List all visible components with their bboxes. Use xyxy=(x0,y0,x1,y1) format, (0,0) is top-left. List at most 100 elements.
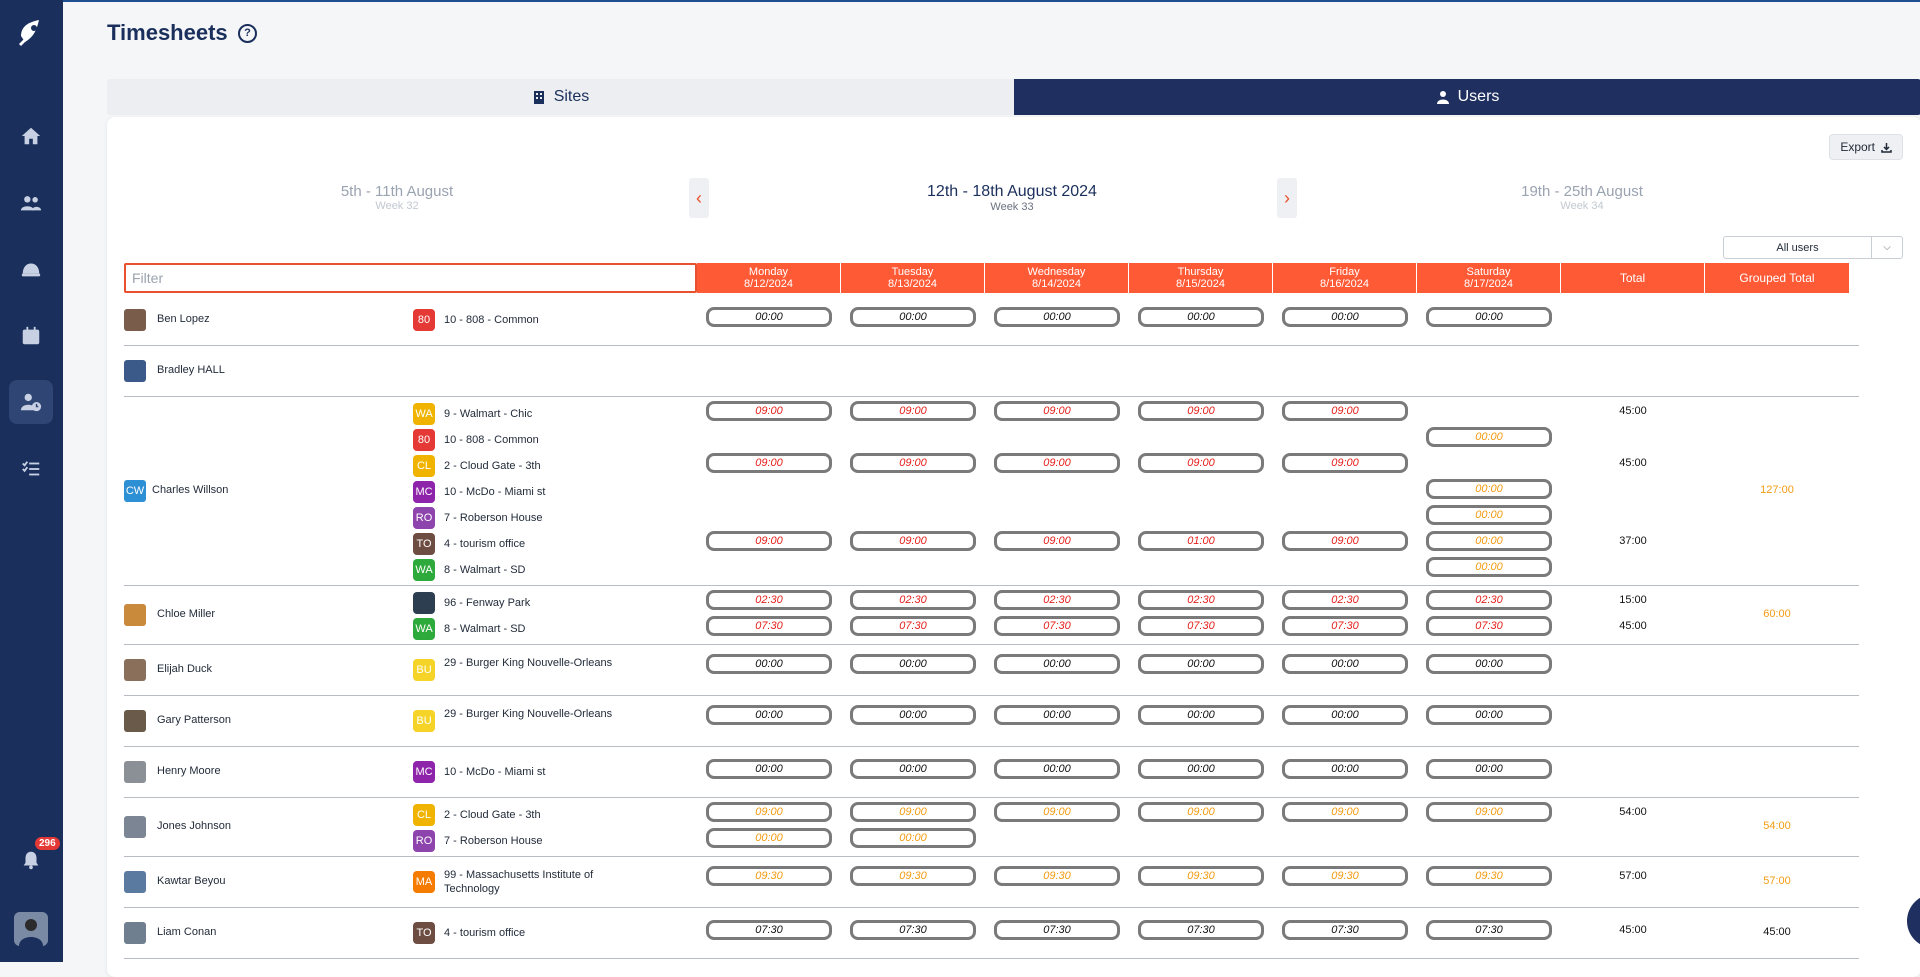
time-cell[interactable]: 09:30 xyxy=(1426,866,1552,886)
person-name[interactable]: Elijah Duck xyxy=(157,663,212,675)
time-cell[interactable]: 09:00 xyxy=(1138,453,1264,473)
time-cell[interactable]: 09:00 xyxy=(1282,453,1408,473)
sidebar-item-home[interactable] xyxy=(9,114,53,158)
time-cell[interactable]: 09:00 xyxy=(1426,802,1552,822)
time-cell[interactable]: 00:00 xyxy=(1282,307,1408,327)
person-name[interactable]: Kawtar Beyou xyxy=(157,875,225,887)
user-filter-select[interactable]: All users ⌵ xyxy=(1723,236,1903,259)
time-cell[interactable]: 00:00 xyxy=(1138,759,1264,779)
time-cell[interactable]: 09:00 xyxy=(994,802,1120,822)
tab-sites[interactable]: Sites xyxy=(107,79,1014,115)
time-cell[interactable]: 07:30 xyxy=(850,616,976,636)
time-cell[interactable]: 09:00 xyxy=(994,401,1120,421)
time-cell[interactable]: 09:30 xyxy=(850,866,976,886)
time-cell[interactable]: 07:30 xyxy=(994,616,1120,636)
person-name[interactable]: Jones Johnson xyxy=(157,820,231,832)
time-cell[interactable]: 00:00 xyxy=(994,307,1120,327)
time-cell[interactable]: 07:30 xyxy=(1426,920,1552,940)
time-cell[interactable]: 02:30 xyxy=(706,590,832,610)
time-cell[interactable]: 09:00 xyxy=(1138,802,1264,822)
time-cell[interactable]: 09:00 xyxy=(850,453,976,473)
week-prev[interactable]: 5th - 11th August Week 32 xyxy=(297,183,497,212)
week-next[interactable]: 19th - 25th August Week 34 xyxy=(1482,183,1682,212)
sidebar-item-calendar[interactable] xyxy=(9,314,53,358)
time-cell[interactable]: 00:00 xyxy=(994,759,1120,779)
time-cell[interactable]: 00:00 xyxy=(706,759,832,779)
time-cell[interactable]: 00:00 xyxy=(706,307,832,327)
time-cell[interactable]: 00:00 xyxy=(1426,759,1552,779)
person-name[interactable]: Gary Patterson xyxy=(157,714,231,726)
person-name[interactable]: Bradley HALL xyxy=(157,364,225,376)
time-cell[interactable]: 07:30 xyxy=(1138,616,1264,636)
person-name[interactable]: Charles Willson xyxy=(152,484,228,496)
time-cell[interactable]: 00:00 xyxy=(1426,531,1552,551)
time-cell[interactable]: 07:30 xyxy=(1426,616,1552,636)
time-cell[interactable]: 07:30 xyxy=(1282,920,1408,940)
person-name[interactable]: Ben Lopez xyxy=(157,313,210,325)
time-cell[interactable]: 02:30 xyxy=(1138,590,1264,610)
time-cell[interactable]: 09:00 xyxy=(706,401,832,421)
time-cell[interactable]: 09:00 xyxy=(850,531,976,551)
time-cell[interactable]: 09:00 xyxy=(1138,401,1264,421)
sidebar-item-tasks[interactable] xyxy=(9,447,53,491)
person-name[interactable]: Henry Moore xyxy=(157,765,221,777)
time-cell[interactable]: 00:00 xyxy=(850,307,976,327)
time-cell[interactable]: 07:30 xyxy=(994,920,1120,940)
time-cell[interactable]: 02:30 xyxy=(1282,590,1408,610)
time-cell[interactable]: 07:30 xyxy=(850,920,976,940)
tab-users[interactable]: Users xyxy=(1014,79,1920,115)
sidebar-item-team[interactable] xyxy=(9,181,53,225)
app-logo-icon[interactable] xyxy=(13,14,49,50)
time-cell[interactable]: 07:30 xyxy=(706,920,832,940)
time-cell[interactable]: 00:00 xyxy=(1138,307,1264,327)
time-cell[interactable]: 00:00 xyxy=(1426,479,1552,499)
time-cell[interactable]: 01:00 xyxy=(1138,531,1264,551)
time-cell[interactable]: 09:30 xyxy=(1282,866,1408,886)
time-cell[interactable]: 00:00 xyxy=(706,828,832,848)
time-cell[interactable]: 02:30 xyxy=(850,590,976,610)
time-cell[interactable]: 09:00 xyxy=(850,401,976,421)
user-avatar[interactable] xyxy=(14,912,48,946)
time-cell[interactable]: 09:30 xyxy=(994,866,1120,886)
time-cell[interactable]: 07:30 xyxy=(706,616,832,636)
time-cell[interactable]: 07:30 xyxy=(1282,616,1408,636)
time-cell[interactable]: 00:00 xyxy=(1282,759,1408,779)
time-cell[interactable]: 00:00 xyxy=(1426,705,1552,725)
time-cell[interactable]: 09:00 xyxy=(1282,802,1408,822)
time-cell[interactable]: 09:00 xyxy=(706,453,832,473)
time-cell[interactable]: 00:00 xyxy=(850,654,976,674)
person-name[interactable]: Liam Conan xyxy=(157,926,216,938)
time-cell[interactable]: 09:00 xyxy=(850,802,976,822)
time-cell[interactable]: 02:30 xyxy=(994,590,1120,610)
sidebar-item-timesheets[interactable] xyxy=(9,380,53,424)
time-cell[interactable]: 00:00 xyxy=(1282,705,1408,725)
export-button[interactable]: Export xyxy=(1829,134,1903,160)
time-cell[interactable]: 00:00 xyxy=(994,705,1120,725)
time-cell[interactable]: 00:00 xyxy=(994,654,1120,674)
time-cell[interactable]: 09:30 xyxy=(706,866,832,886)
time-cell[interactable]: 09:00 xyxy=(994,453,1120,473)
time-cell[interactable]: 09:30 xyxy=(1138,866,1264,886)
help-icon[interactable]: ? xyxy=(238,24,257,43)
time-cell[interactable]: 00:00 xyxy=(1426,505,1552,525)
time-cell[interactable]: 02:30 xyxy=(1426,590,1552,610)
time-cell[interactable]: 09:00 xyxy=(1282,401,1408,421)
time-cell[interactable]: 09:00 xyxy=(706,531,832,551)
time-cell[interactable]: 00:00 xyxy=(1426,427,1552,447)
time-cell[interactable]: 00:00 xyxy=(850,759,976,779)
time-cell[interactable]: 09:00 xyxy=(994,531,1120,551)
sidebar-item-sites[interactable] xyxy=(9,247,53,291)
next-week-button[interactable]: › xyxy=(1277,178,1297,218)
prev-week-button[interactable]: ‹ xyxy=(689,178,709,218)
time-cell[interactable]: 00:00 xyxy=(850,705,976,725)
time-cell[interactable]: 09:00 xyxy=(1282,531,1408,551)
time-cell[interactable]: 00:00 xyxy=(706,705,832,725)
person-name[interactable]: Chloe Miller xyxy=(157,608,215,620)
time-cell[interactable]: 00:00 xyxy=(706,654,832,674)
filter-input[interactable] xyxy=(124,263,697,293)
time-cell[interactable]: 00:00 xyxy=(1426,307,1552,327)
time-cell[interactable]: 00:00 xyxy=(1138,654,1264,674)
time-cell[interactable]: 00:00 xyxy=(1138,705,1264,725)
time-cell[interactable]: 00:00 xyxy=(1426,557,1552,577)
time-cell[interactable]: 07:30 xyxy=(1138,920,1264,940)
